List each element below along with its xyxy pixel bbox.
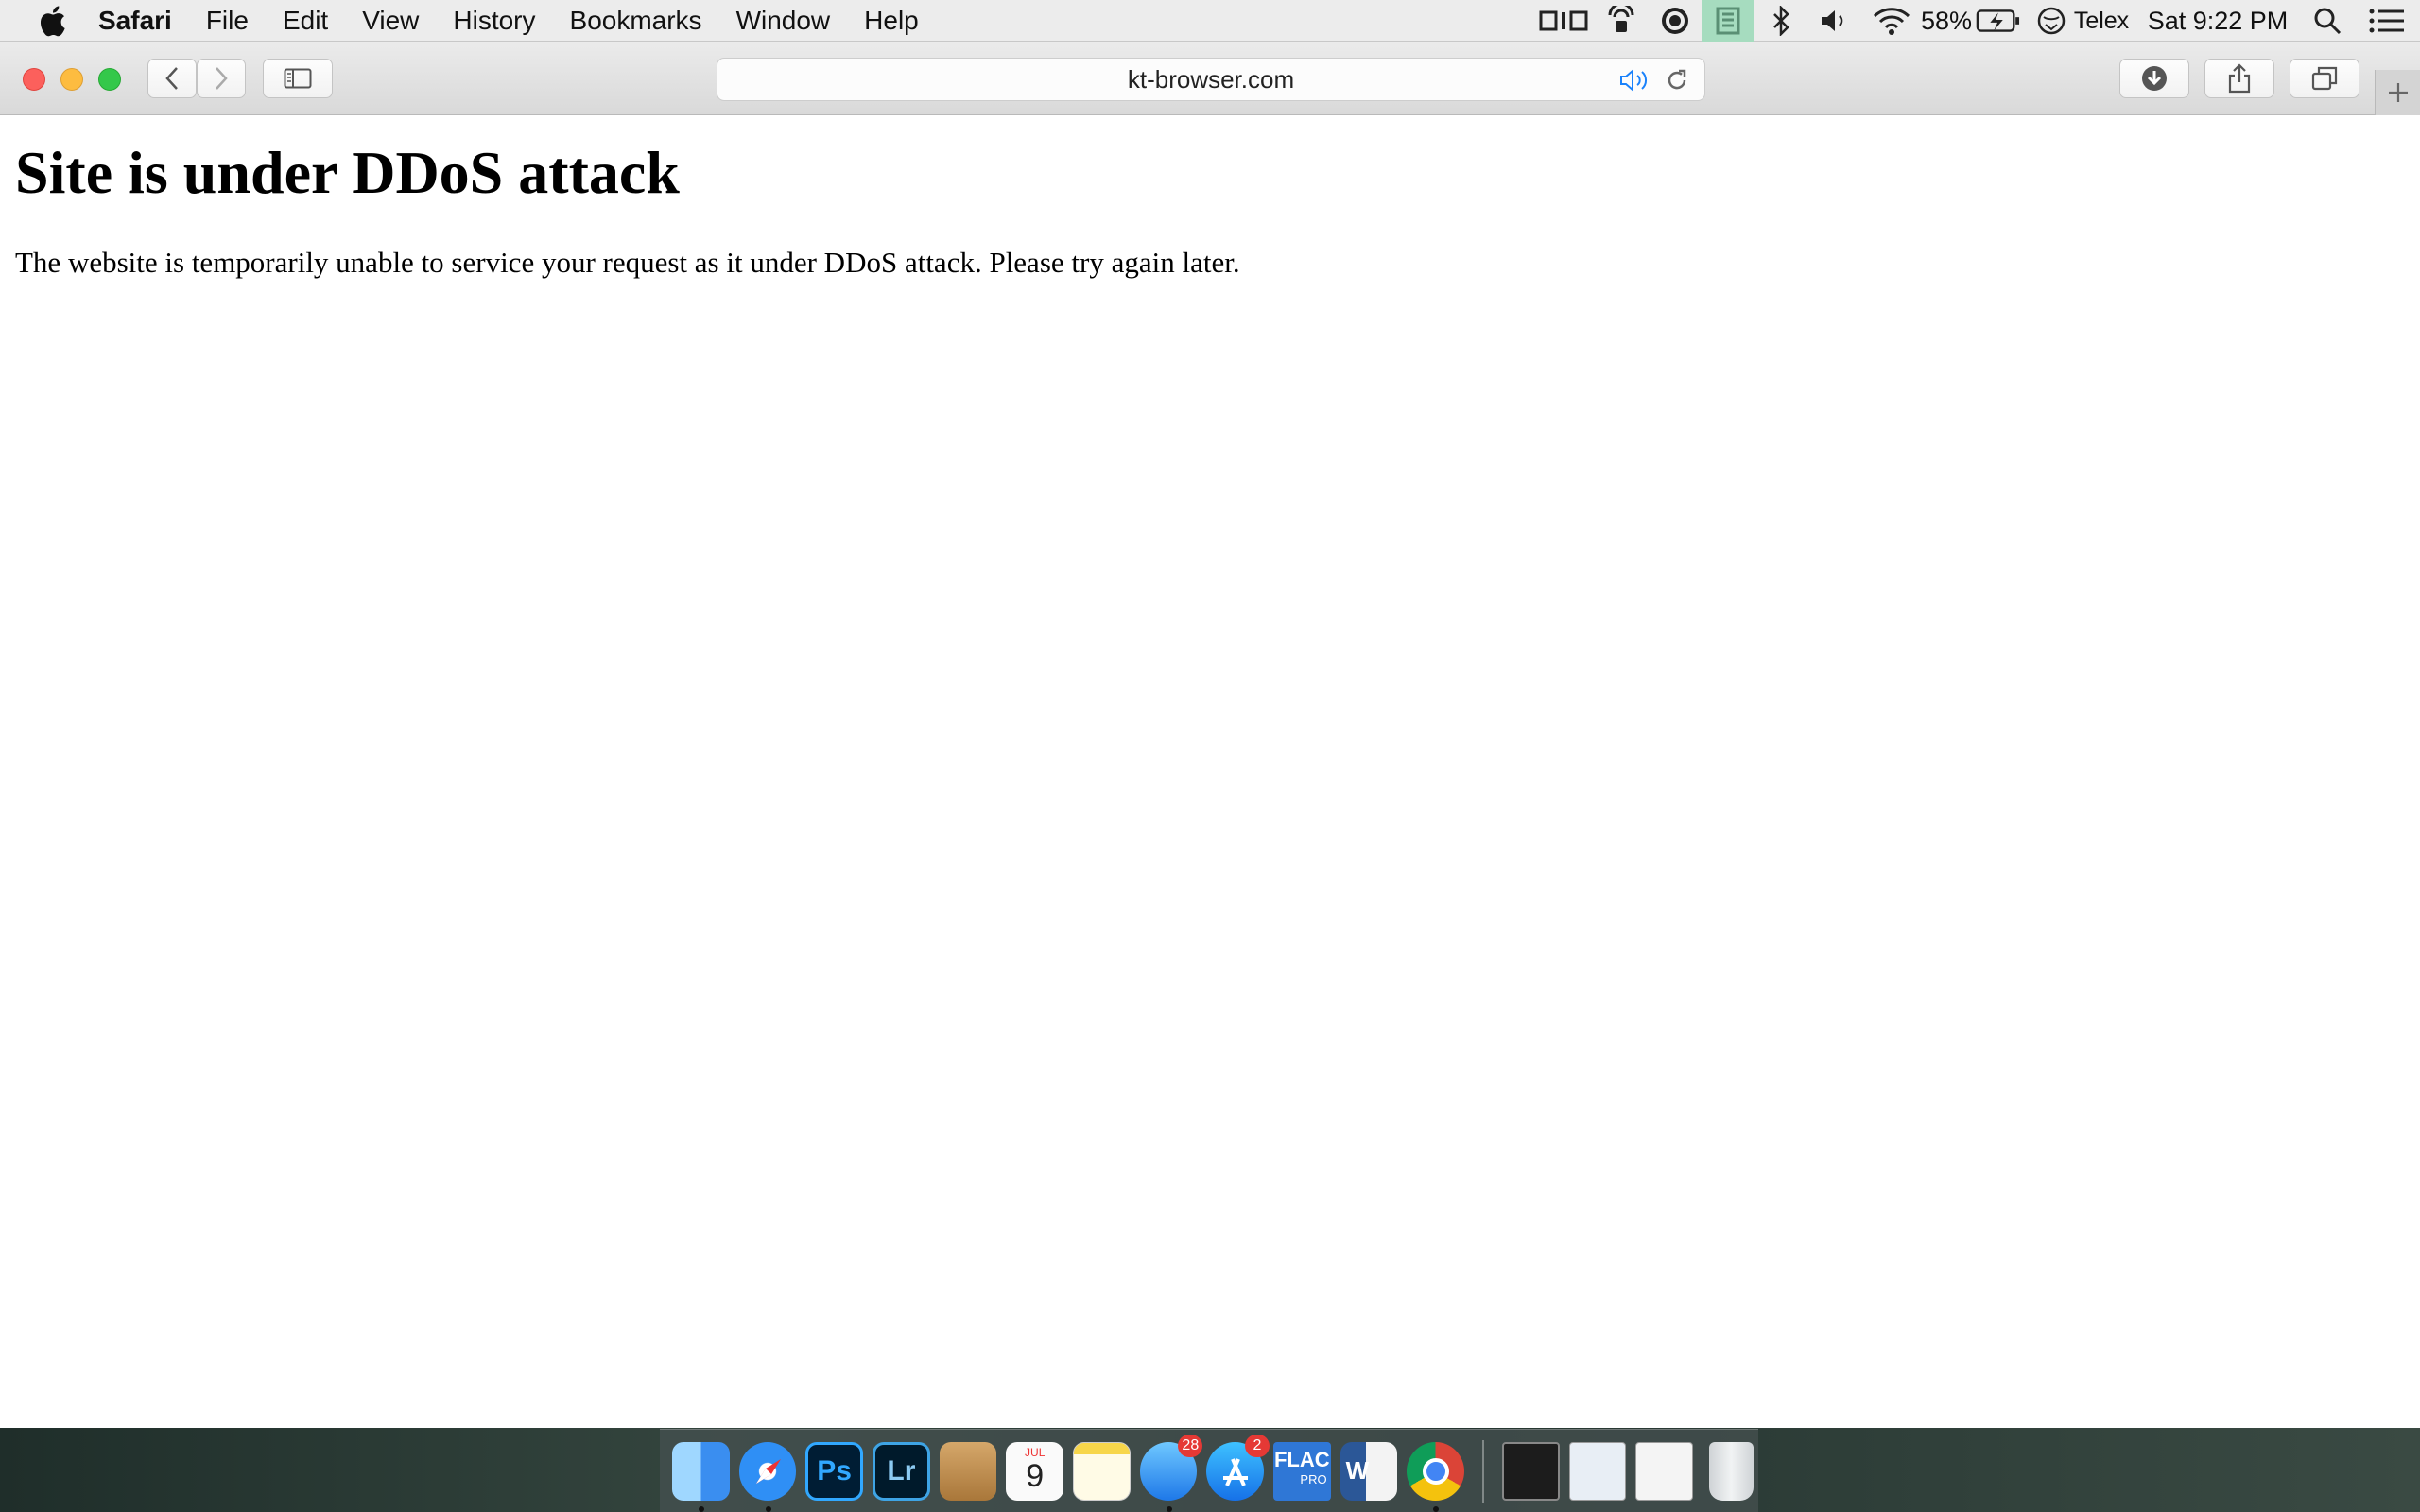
running-indicator: [1433, 1505, 1440, 1512]
clock[interactable]: Sat 9:22 PM: [2135, 0, 2301, 42]
close-window-button[interactable]: [23, 68, 45, 91]
share-icon: [2228, 63, 2251, 94]
chevron-right-icon: [216, 67, 228, 90]
messages-icon[interactable]: 28: [1139, 1434, 1203, 1512]
running-indicator: [1166, 1505, 1172, 1512]
share-button[interactable]: [2204, 59, 2274, 98]
dock: Ps Lr JUL 9 28 2 FLAC PRO W: [660, 1429, 1758, 1512]
menu-file[interactable]: File: [206, 6, 249, 36]
photoshop-icon[interactable]: Ps: [805, 1441, 864, 1501]
flac-player-icon[interactable]: FLAC PRO: [1272, 1441, 1331, 1501]
menu-help[interactable]: Help: [864, 6, 919, 36]
downloads-stack-icon[interactable]: [1568, 1441, 1627, 1501]
minimize-window-button[interactable]: [60, 68, 83, 91]
sidebar-icon: [284, 68, 312, 89]
appstore-badge: 2: [1244, 1434, 1270, 1457]
safari-icon[interactable]: [738, 1441, 797, 1512]
word-icon[interactable]: W: [1340, 1441, 1398, 1501]
tabs-overview-icon: [2311, 66, 2338, 91]
menu-edit[interactable]: Edit: [283, 6, 328, 36]
menu-history[interactable]: History: [453, 6, 535, 36]
notification-center-icon[interactable]: [2354, 0, 2420, 42]
spotlight-icon[interactable]: [2301, 0, 2354, 42]
menu-window[interactable]: Window: [736, 6, 831, 36]
trash-icon[interactable]: [1708, 1441, 1754, 1501]
chrome-icon[interactable]: [1407, 1441, 1464, 1512]
bluetooth-icon[interactable]: [1754, 0, 1807, 42]
wifi-icon[interactable]: [1862, 0, 1921, 42]
menu-app-safari[interactable]: Safari: [98, 6, 172, 36]
flac-label: FLAC: [1273, 1447, 1330, 1471]
sidebar-toggle-button[interactable]: [263, 59, 333, 98]
address-text: kt-browser.com: [1127, 64, 1295, 94]
flac-sub-label: PRO: [1300, 1471, 1327, 1486]
battery-charging-icon: [1976, 9, 2020, 32]
display-mirror-icon[interactable]: [1535, 0, 1594, 42]
lightroom-icon[interactable]: Lr: [873, 1441, 930, 1501]
calendar-month: JUL: [1025, 1445, 1046, 1459]
dock-separator: [1481, 1439, 1484, 1503]
address-bar[interactable]: kt-browser.com: [717, 58, 1705, 101]
page-message: The website is temporarily unable to ser…: [15, 246, 1240, 280]
zoom-window-button[interactable]: [98, 68, 121, 91]
chevron-left-icon: [165, 67, 178, 90]
apple-icon[interactable]: [38, 5, 66, 37]
web-page: Site is under DDoS attack The website is…: [0, 115, 2420, 1428]
menu-view[interactable]: View: [362, 6, 419, 36]
chrome-center: [1423, 1457, 1450, 1485]
battery-status[interactable]: 58%: [1921, 0, 2021, 42]
page-heading: Site is under DDoS attack: [15, 139, 680, 206]
new-tab-button[interactable]: [2375, 70, 2420, 115]
plus-icon: [2388, 83, 2408, 102]
input-source-label: Telex: [2073, 7, 2130, 34]
safari-minimized-window-icon[interactable]: [1635, 1441, 1693, 1501]
audio-playing-icon[interactable]: [1619, 68, 1651, 93]
menu-bar: Safari File Edit View History Bookmarks …: [0, 0, 2420, 42]
clock-text: Sat 9:22 PM: [2147, 6, 2289, 35]
running-indicator: [699, 1505, 704, 1512]
finder-icon[interactable]: [672, 1441, 730, 1512]
back-button[interactable]: [147, 59, 197, 98]
calendar-icon[interactable]: JUL 9: [1006, 1441, 1064, 1501]
running-indicator: [765, 1505, 771, 1512]
input-source[interactable]: Telex: [2031, 0, 2135, 42]
battery-percent: 58%: [1921, 6, 1973, 35]
calendar-day: 9: [1026, 1457, 1045, 1494]
messages-badge: 28: [1178, 1434, 1203, 1457]
menu-bookmarks[interactable]: Bookmarks: [570, 6, 702, 36]
vpn-lock-icon[interactable]: [1594, 0, 1649, 42]
forward-button[interactable]: [197, 59, 246, 98]
reload-icon[interactable]: [1665, 68, 1689, 93]
green-app-icon[interactable]: [1702, 0, 1754, 42]
show-tabs-button[interactable]: [2290, 59, 2360, 98]
contacts-icon[interactable]: [939, 1441, 997, 1501]
circle-app-icon[interactable]: [1649, 0, 1702, 42]
compass-needle-icon: [755, 1458, 781, 1484]
minimized-window-icon[interactable]: [1501, 1441, 1560, 1501]
downloads-button[interactable]: [2119, 59, 2189, 98]
volume-icon[interactable]: [1807, 0, 1862, 42]
notes-icon[interactable]: [1073, 1441, 1131, 1501]
status-area: 58% Telex Sat 9:22 PM: [1535, 0, 2420, 42]
vietnamese-input-icon: [2037, 7, 2066, 35]
app-store-icon[interactable]: 2: [1206, 1434, 1270, 1501]
download-arrow-icon: [2142, 66, 2167, 91]
